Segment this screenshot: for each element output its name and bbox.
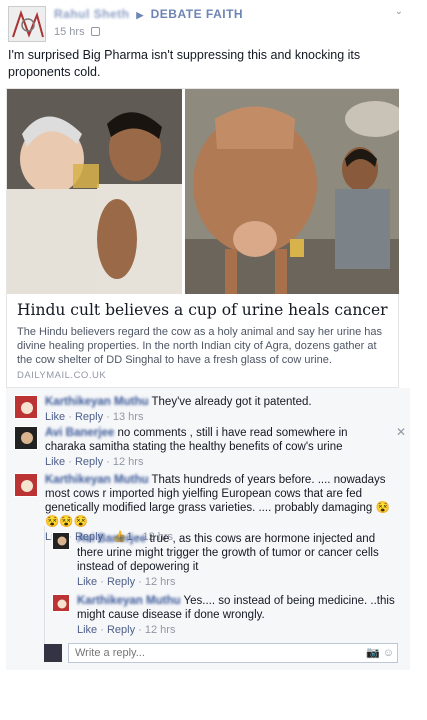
like-link[interactable]: Like — [77, 624, 97, 636]
post-author-avatar[interactable] — [8, 6, 46, 42]
post-author-line: Rahul Sheth ▶ DEBATE FAITH — [54, 7, 243, 21]
arrow-right-icon: ▶ — [136, 10, 144, 20]
commenter-name[interactable]: Avi Banerjee — [77, 533, 146, 545]
post-body-text: I'm surprised Big Pharma isn't suppressi… — [8, 48, 361, 79]
reply-link[interactable]: Reply — [75, 456, 103, 468]
like-link[interactable]: Like — [45, 411, 65, 423]
commenter-name[interactable]: Karthikeyan Muthu — [45, 396, 149, 408]
like-link[interactable]: Like — [45, 456, 65, 468]
emoji-icon[interactable]: ☺ — [383, 647, 394, 659]
commenter-name[interactable]: Karthikeyan Muthu — [45, 474, 149, 486]
comment-time[interactable]: 12 hrs — [145, 624, 176, 636]
comment-text: They've already got it patented. — [151, 396, 312, 408]
post-time-text[interactable]: 15 hrs — [54, 26, 85, 38]
link-title[interactable]: Hindu cult believes a cup of urine heals… — [17, 301, 388, 319]
comment-body: Avi Banerjee true , as this cows are hor… — [77, 532, 395, 589]
reply-link[interactable]: Reply — [75, 411, 103, 423]
commenter-avatar[interactable] — [14, 473, 38, 497]
close-icon[interactable]: ✕ — [396, 425, 406, 439]
reply-link[interactable]: Reply — [107, 624, 135, 636]
preview-image-right[interactable] — [185, 89, 399, 294]
comment-time[interactable]: 13 hrs — [113, 411, 144, 423]
comment-time[interactable]: 12 hrs — [113, 456, 144, 468]
reply-link[interactable]: Reply — [107, 576, 135, 588]
comment-actions: Like · Reply · 12 hrs — [77, 576, 176, 588]
post-author-name[interactable]: Rahul Sheth — [54, 7, 130, 21]
commenter-name[interactable]: Karthikeyan Muthu — [77, 595, 181, 607]
reply-composer: 📷 ☺ — [44, 642, 400, 664]
chevron-down-icon[interactable]: ⌄ — [395, 6, 403, 17]
comments-section: Karthikeyan Muthu They've already got it… — [6, 388, 410, 670]
current-user-avatar — [44, 644, 62, 662]
link-preview[interactable]: Hindu cult believes a cup of urine heals… — [6, 88, 399, 388]
post-timestamp[interactable]: 15 hrs — [54, 26, 100, 38]
comment-body: Avi Banerjee no comments , still i have … — [45, 426, 385, 469]
comment-time[interactable]: 12 hrs — [145, 576, 176, 588]
link-description: The Hindu believers regard the cow as a … — [17, 326, 383, 366]
post-card: Rahul Sheth ▶ DEBATE FAITH 15 hrs ⌄ I'm … — [0, 0, 410, 670]
reply-icons: 📷 ☺ — [366, 646, 394, 659]
preview-image-left[interactable] — [7, 89, 182, 294]
commenter-avatar[interactable] — [14, 395, 38, 419]
audience-icon — [90, 27, 100, 36]
like-link[interactable]: Like — [77, 576, 97, 588]
reply-thread-line — [44, 526, 45, 646]
group-name-link[interactable]: DEBATE FAITH — [151, 7, 243, 21]
post-header: Rahul Sheth ▶ DEBATE FAITH 15 hrs ⌄ — [8, 6, 403, 42]
commenter-avatar[interactable] — [52, 594, 70, 612]
commenter-avatar[interactable] — [14, 426, 38, 450]
comment-actions: Like · Reply · 13 hrs — [45, 411, 144, 423]
reply-input[interactable] — [68, 643, 398, 663]
comment-actions: Like · Reply · 12 hrs — [45, 456, 144, 468]
link-source: DAILYMAIL.CO.UK — [17, 370, 107, 381]
comment-body: Karthikeyan Muthu Yes.... so instead of … — [77, 594, 395, 637]
commenter-avatar[interactable] — [52, 532, 70, 550]
comment-body: Karthikeyan Muthu They've already got it… — [45, 395, 375, 424]
camera-icon[interactable]: 📷 — [366, 647, 380, 659]
comment-actions: Like · Reply · 12 hrs — [77, 624, 176, 636]
commenter-name[interactable]: Avi Banerjee — [45, 427, 114, 439]
